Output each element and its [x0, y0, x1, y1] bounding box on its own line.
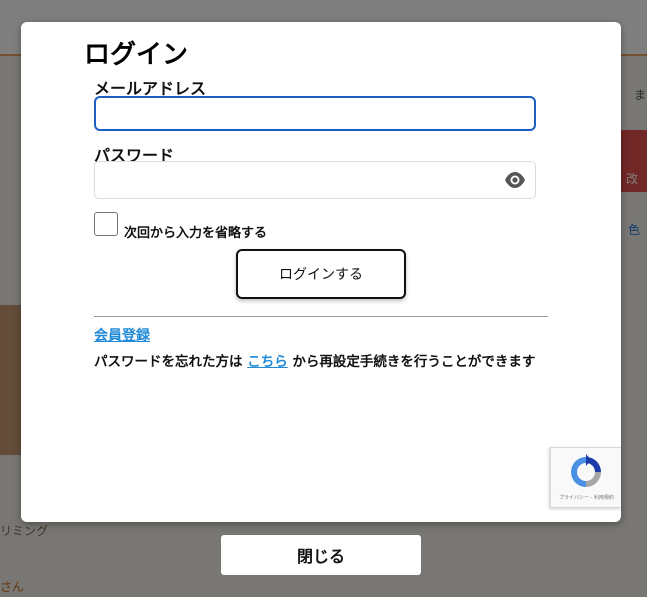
register-link[interactable]: 会員登録 [94, 325, 150, 345]
forgot-suffix: から再設定手続きを行うことができます [287, 354, 536, 370]
recaptcha-icon [567, 453, 605, 491]
modal-title: ログイン [84, 40, 189, 70]
remember-label: 次回から入力を省略する [124, 226, 268, 241]
login-modal: ログイン メールアドレス パスワード 次回から入力を省略する ログインする 会員… [21, 22, 621, 522]
recaptcha-text[interactable]: プライバシー - 利用規約 [551, 494, 622, 501]
divider [94, 316, 548, 317]
eye-icon[interactable] [504, 170, 526, 190]
email-input[interactable] [94, 96, 536, 131]
password-field [94, 161, 536, 199]
password-input[interactable] [95, 162, 495, 198]
remember-checkbox[interactable] [94, 212, 118, 236]
forgot-prefix: パスワードを忘れた方は [94, 354, 248, 370]
forgot-password-text: パスワードを忘れた方は こちら から再設定手続きを行うことができます [94, 350, 535, 370]
close-button[interactable]: 閉じる [221, 535, 421, 575]
login-button[interactable]: ログインする [236, 249, 406, 299]
recaptcha-badge[interactable]: プライバシー - 利用規約 [550, 447, 621, 508]
forgot-password-link[interactable]: こちら [247, 354, 288, 370]
